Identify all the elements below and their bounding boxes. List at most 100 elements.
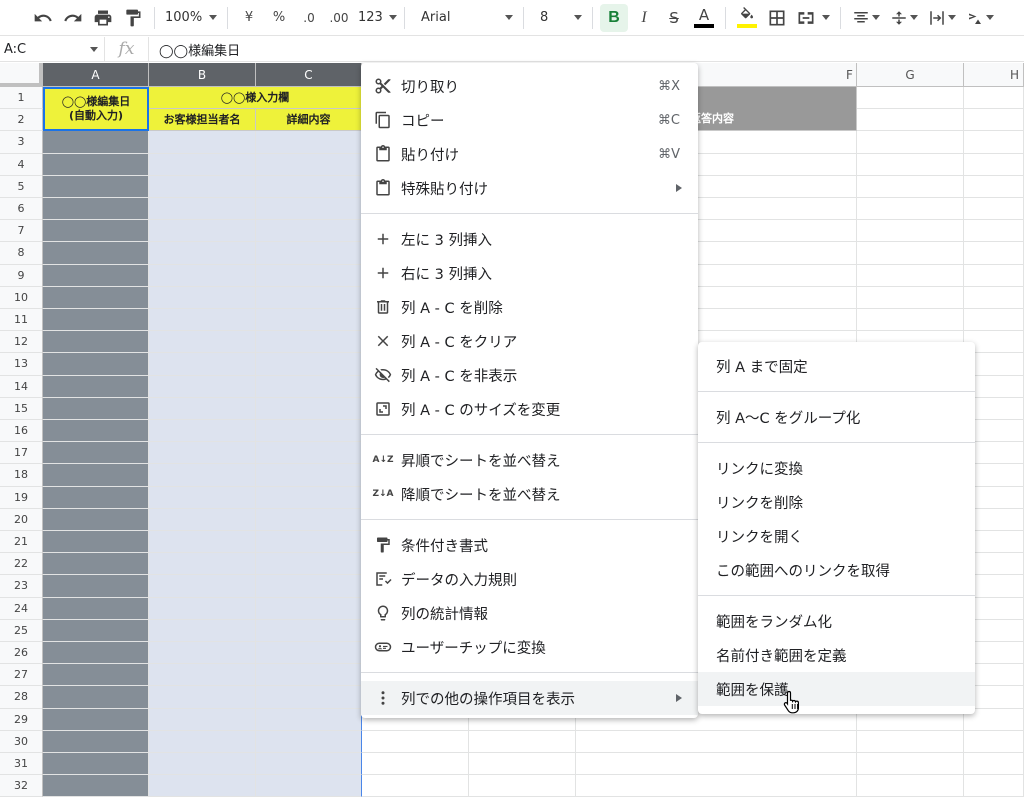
vertical-align-button[interactable] (886, 4, 922, 32)
borders-button[interactable] (763, 4, 791, 32)
cell[interactable] (43, 131, 149, 154)
cell[interactable] (964, 109, 1024, 132)
cell[interactable] (43, 153, 149, 176)
cell[interactable] (43, 531, 149, 554)
redo-button[interactable] (59, 4, 87, 32)
column-header-g[interactable]: G (857, 63, 964, 87)
cell[interactable] (857, 153, 964, 176)
cell[interactable] (149, 597, 256, 620)
cell[interactable] (362, 775, 469, 798)
cell[interactable] (43, 286, 149, 309)
menu-item-paint-roller[interactable]: 条件付き書式 (361, 528, 698, 562)
cell[interactable] (256, 442, 362, 465)
cell[interactable] (964, 730, 1024, 753)
cell[interactable] (362, 753, 469, 776)
cell-b1-input-area[interactable]: ◯◯様入力欄 (149, 87, 362, 110)
cell[interactable] (149, 708, 256, 731)
text-rotation-button[interactable] (962, 4, 998, 32)
cell[interactable] (149, 242, 256, 265)
cell[interactable] (857, 220, 964, 243)
cell[interactable] (149, 464, 256, 487)
cell[interactable] (469, 753, 576, 776)
cell[interactable] (43, 397, 149, 420)
decrease-decimal-button[interactable]: .0 (295, 4, 323, 32)
cell[interactable] (149, 309, 256, 332)
text-wrap-button[interactable] (924, 4, 960, 32)
cell[interactable] (964, 309, 1024, 332)
cell[interactable] (256, 686, 362, 709)
italic-button[interactable]: I (630, 4, 658, 32)
cell[interactable] (576, 775, 857, 798)
cell[interactable] (256, 331, 362, 354)
cell[interactable] (256, 220, 362, 243)
cell[interactable] (256, 464, 362, 487)
row-header-2[interactable]: 2 (0, 109, 43, 132)
merge-cells-button[interactable] (793, 4, 833, 32)
cell[interactable] (256, 753, 362, 776)
menu-item-scissors[interactable]: 切り取り ⌘X (361, 69, 698, 103)
row-header-12[interactable]: 12 (0, 331, 43, 354)
row-header-9[interactable]: 9 (0, 264, 43, 287)
cell[interactable] (256, 353, 362, 376)
row-header-11[interactable]: 11 (0, 309, 43, 332)
submenu-item-convert-to-link[interactable]: リンクに変換 (698, 451, 975, 485)
cell[interactable] (256, 619, 362, 642)
cell[interactable] (256, 508, 362, 531)
row-header-28[interactable]: 28 (0, 686, 43, 709)
font-size-select[interactable]: 8 (530, 10, 586, 25)
cell[interactable] (149, 642, 256, 665)
cell[interactable] (256, 575, 362, 598)
cell[interactable] (964, 87, 1024, 110)
row-header-4[interactable]: 4 (0, 153, 43, 176)
cell[interactable] (149, 730, 256, 753)
horizontal-align-button[interactable] (848, 4, 884, 32)
row-header-24[interactable]: 24 (0, 597, 43, 620)
cell[interactable] (964, 198, 1024, 221)
cell-c2-details[interactable]: 詳細内容 (256, 109, 362, 132)
cell[interactable] (256, 420, 362, 443)
row-header-7[interactable]: 7 (0, 220, 43, 243)
cell[interactable] (149, 220, 256, 243)
column-header-c[interactable]: C (256, 63, 362, 87)
cell[interactable] (256, 131, 362, 154)
cell[interactable] (964, 131, 1024, 154)
cell[interactable] (43, 775, 149, 798)
cell[interactable] (43, 753, 149, 776)
row-header-32[interactable]: 32 (0, 775, 43, 798)
row-header-20[interactable]: 20 (0, 508, 43, 531)
cell[interactable] (43, 664, 149, 687)
row-header-23[interactable]: 23 (0, 575, 43, 598)
cell[interactable] (857, 198, 964, 221)
column-header-h[interactable]: H (964, 63, 1024, 87)
menu-item-sort-az[interactable]: A↓Z 昇順でシートを並べ替え (361, 443, 698, 477)
submenu-item-freeze-up-to-a[interactable]: 列 A まで固定 (698, 349, 975, 383)
cell[interactable] (857, 753, 964, 776)
cell[interactable] (149, 775, 256, 798)
cell[interactable] (256, 286, 362, 309)
submenu-item-define-named-range[interactable]: 名前付き範囲を定義 (698, 638, 975, 672)
cell[interactable] (149, 153, 256, 176)
cell[interactable] (576, 730, 857, 753)
zoom-select[interactable]: 100% (161, 10, 221, 25)
cell[interactable] (857, 109, 964, 132)
cell[interactable] (149, 397, 256, 420)
cell[interactable] (43, 375, 149, 398)
row-header-27[interactable]: 27 (0, 664, 43, 687)
cell[interactable] (857, 730, 964, 753)
strikethrough-button[interactable]: S (660, 4, 688, 32)
row-header-21[interactable]: 21 (0, 531, 43, 554)
row-header-13[interactable]: 13 (0, 353, 43, 376)
select-all-corner[interactable] (0, 63, 43, 87)
cell[interactable] (43, 575, 149, 598)
cell[interactable] (149, 619, 256, 642)
cell[interactable] (43, 309, 149, 332)
row-header-3[interactable]: 3 (0, 131, 43, 154)
cell[interactable] (469, 775, 576, 798)
print-button[interactable] (89, 4, 117, 32)
cell[interactable] (149, 753, 256, 776)
cell[interactable] (149, 686, 256, 709)
row-header-10[interactable]: 10 (0, 286, 43, 309)
cell[interactable] (857, 286, 964, 309)
cell[interactable] (43, 686, 149, 709)
cell[interactable] (256, 264, 362, 287)
